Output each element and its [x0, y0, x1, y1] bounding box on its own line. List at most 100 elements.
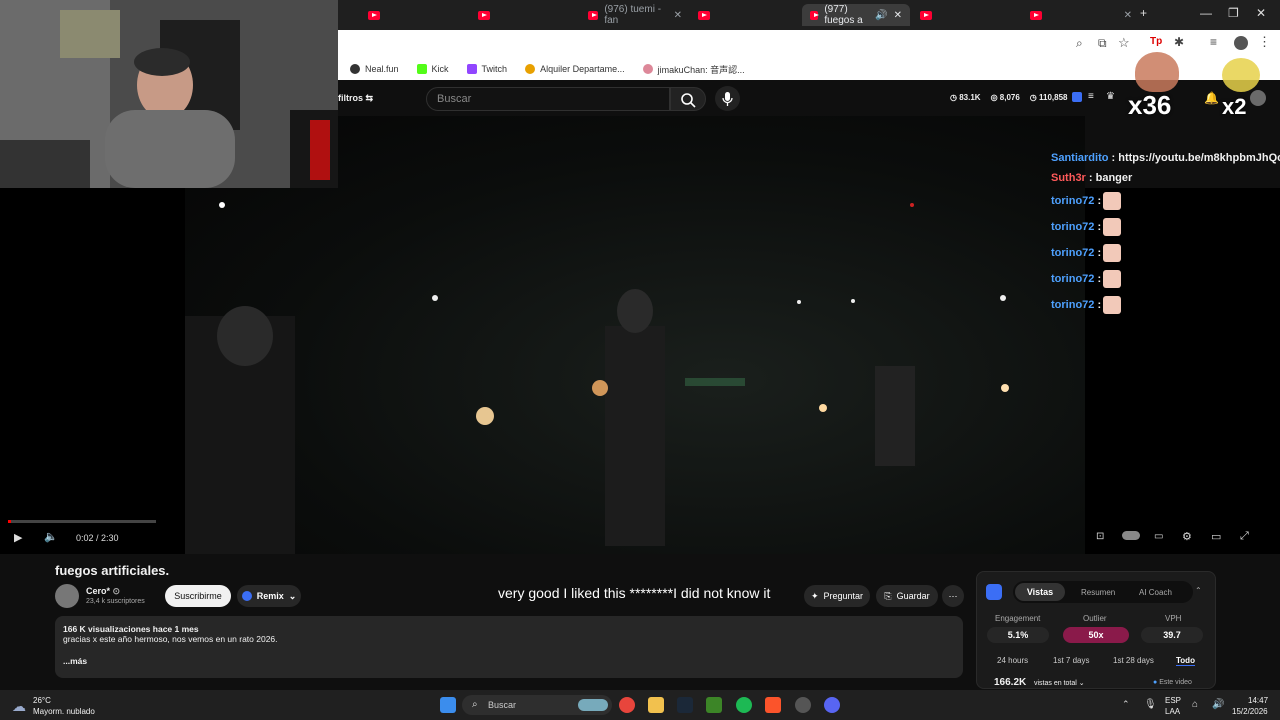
new-tab-icon[interactable]: + [1140, 6, 1147, 20]
clock-time[interactable]: 14:47 [1248, 696, 1268, 705]
extensions-puzzle-icon[interactable]: ✱ [1174, 35, 1184, 49]
bookmark-star-icon[interactable]: ☆ [1118, 35, 1130, 51]
subtitles-icon[interactable]: ⊡ [1096, 531, 1104, 542]
remix-button[interactable]: Remix ⌄ [237, 585, 301, 607]
start-icon[interactable] [440, 697, 456, 713]
voice-search-button[interactable] [715, 86, 740, 111]
bookmark-alquiler[interactable]: Alquiler Departame... [525, 64, 625, 74]
brave-icon[interactable] [765, 697, 781, 713]
close-icon[interactable]: ✕ [894, 10, 902, 21]
tab-ai-coach[interactable]: AI Coach [1139, 588, 1172, 597]
channel-avatar[interactable] [55, 584, 79, 608]
media-icon[interactable]: ≡ [1210, 35, 1217, 49]
remix-icon [241, 591, 252, 601]
webcam-scene [0, 0, 338, 188]
badge-icon[interactable]: ♛ [1106, 91, 1115, 102]
channel-avatar[interactable] [1250, 90, 1266, 106]
vidiq-icon[interactable] [1072, 92, 1082, 102]
progress-fill [8, 520, 11, 523]
minimize-icon[interactable]: — [1200, 6, 1212, 20]
channel-name[interactable]: Cero* ⊙ [86, 586, 120, 597]
range-24h[interactable]: 24 hours [997, 656, 1028, 665]
spotify-icon[interactable] [736, 697, 752, 713]
captions-icon[interactable]: ▭ [1154, 531, 1163, 542]
stat-c: ◷ 110,858 [1029, 93, 1068, 102]
keyboard-lang-variant[interactable]: LAA [1165, 707, 1180, 716]
steam-icon[interactable] [677, 697, 693, 713]
close-icon[interactable]: ✕ [1124, 10, 1132, 21]
clock-date[interactable]: 15/2/2026 [1232, 707, 1268, 716]
search-input[interactable]: Buscar [426, 87, 670, 111]
keyboard-lang[interactable]: ESP [1165, 696, 1181, 705]
chat-line: torino72 : [1051, 296, 1122, 314]
progress-bar[interactable] [8, 520, 156, 523]
more-actions-button[interactable]: ⋯ [942, 585, 964, 607]
tab-vistas[interactable]: Vistas [1015, 583, 1065, 601]
bookmark-twitch[interactable]: Twitch [466, 64, 507, 74]
stream-chat-overlay: Santiardito : https://youtu.be/m8khpbmJh… [1046, 116, 1280, 326]
zoom-icon[interactable]: ⌕ [1076, 36, 1083, 51]
total-views-dropdown[interactable]: vistas en total ⌄ [1034, 679, 1085, 687]
volume-icon[interactable]: 🔈 [44, 530, 58, 543]
engagement-value: 5.1% [987, 627, 1049, 643]
volume-tray-icon[interactable]: 🔊 [1212, 699, 1224, 710]
weather-temp[interactable]: 26°C [33, 696, 51, 705]
profile-avatar[interactable] [1234, 36, 1248, 50]
jimakuchan-icon [642, 64, 653, 74]
range-all[interactable]: Todo [1176, 656, 1195, 666]
menu-kebab-icon[interactable]: ⋮ [1258, 34, 1271, 50]
install-icon[interactable]: ⧉ [1098, 36, 1107, 51]
play-icon[interactable]: ▶ [14, 531, 22, 544]
theater-mode-icon[interactable]: ▭ [1211, 530, 1221, 543]
bookmark-kick[interactable]: Kick [416, 64, 449, 74]
browser-tab[interactable] [470, 4, 580, 26]
subscribe-button[interactable]: Suscribirme [165, 585, 231, 607]
close-icon[interactable]: ✕ [674, 10, 682, 21]
show-more-link[interactable]: ...más [63, 656, 955, 666]
tray-mic-icon[interactable]: 🎙 [1144, 699, 1157, 710]
obs-icon[interactable] [795, 697, 811, 713]
chrome-icon[interactable] [619, 697, 635, 713]
network-icon[interactable]: ⌂ [1192, 699, 1198, 710]
autoplay-toggle[interactable] [1122, 531, 1140, 540]
file-explorer-icon[interactable] [648, 697, 664, 713]
settings-gear-icon[interactable]: ⚙ [1182, 530, 1192, 543]
weather-desc[interactable]: Mayorm. nublado [33, 707, 95, 716]
minecraft-icon[interactable] [706, 697, 722, 713]
filters-button[interactable]: filtros ⇆ [338, 93, 373, 104]
ask-button[interactable]: ✦ Preguntar [804, 585, 870, 607]
fullscreen-icon[interactable]: ⤢ [1240, 530, 1249, 543]
notifications-icon[interactable]: 🔔 [1204, 91, 1219, 105]
queue-icon[interactable]: ≡ [1088, 91, 1094, 102]
maximize-icon[interactable]: ❐ [1228, 6, 1239, 20]
outlier-value: 50x [1063, 627, 1129, 643]
tab-resumen[interactable]: Resumen [1081, 588, 1115, 597]
browser-tab[interactable]: (976) tuemi - fan ✕ [580, 4, 690, 26]
browser-tab[interactable]: ✕ [1022, 4, 1140, 26]
discord-icon[interactable] [824, 697, 840, 713]
video-description[interactable]: 166 K visualizaciones hace 1 mes gracias… [55, 616, 963, 678]
bookmark-jimakuchan[interactable]: jimakuChan: 音声認... [642, 63, 745, 76]
search-button[interactable] [670, 87, 706, 111]
taskbar-search-icon: ⌕ [472, 699, 478, 710]
browser-tab[interactable] [912, 4, 1022, 26]
browser-tab[interactable] [360, 4, 470, 26]
range-28d[interactable]: 1st 28 days [1113, 656, 1154, 665]
save-button[interactable]: ⎘ Guardar [876, 585, 938, 607]
window-close-icon[interactable]: ✕ [1256, 6, 1266, 20]
browser-tab[interactable] [690, 4, 800, 26]
range-7d[interactable]: 1st 7 days [1053, 656, 1089, 665]
youtube-icon [478, 10, 490, 20]
youtube-icon [810, 10, 820, 20]
nealfun-icon [350, 64, 360, 74]
collapse-icon[interactable]: ⌃ [1195, 586, 1202, 595]
anime-girl-emote [1103, 192, 1122, 210]
tray-chevron-icon[interactable]: ⌃ [1122, 699, 1130, 710]
extension-icon[interactable]: Tp [1150, 36, 1162, 47]
browser-tab-active[interactable]: (977) fuegos a 🔊 ✕ [802, 4, 910, 26]
bookmark-nealfun[interactable]: Neal.fun [350, 64, 399, 74]
anime-girl-emote [1103, 218, 1122, 236]
verified-icon: ⊙ [112, 586, 121, 596]
weather-icon: ☁ [12, 698, 26, 714]
speaker-icon[interactable]: 🔊 [875, 10, 887, 21]
